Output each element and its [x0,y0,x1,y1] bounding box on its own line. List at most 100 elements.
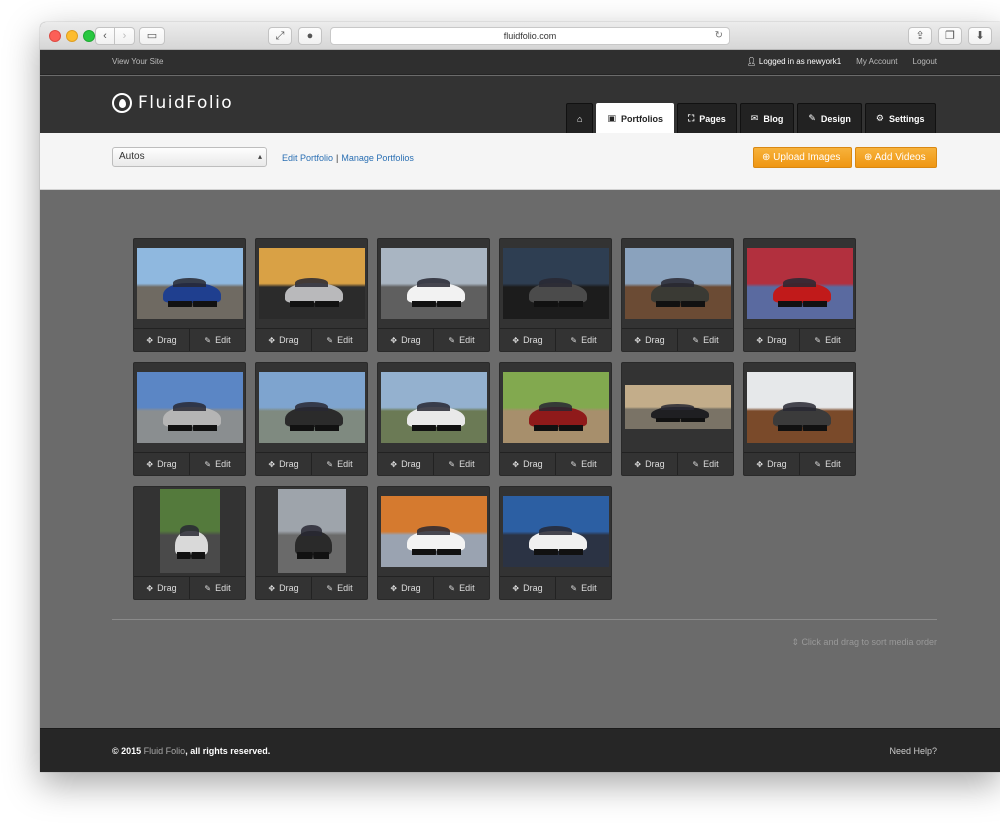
minimize-window-button[interactable] [66,30,78,42]
edit-button[interactable]: ✎ Edit [189,453,245,475]
car-photo[interactable] [746,247,853,319]
edit-portfolio-link[interactable]: Edit Portfolio [282,153,333,163]
upload-images-button[interactable]: ⊕ Upload Images [753,147,852,168]
media-card[interactable]: ✥ Drag ✎ Edit [133,238,246,352]
drag-button[interactable]: ✥ Drag [744,329,799,351]
tab-portfolios[interactable]: ▣ Portfolios [596,103,674,133]
drag-button[interactable]: ✥ Drag [134,577,189,599]
media-card[interactable]: ✥ Drag ✎ Edit [621,362,734,476]
edit-button[interactable]: ✎ Edit [677,453,733,475]
card-actions: ✥ Drag ✎ Edit [378,328,489,351]
drag-label: Drag [767,335,787,345]
car-photo[interactable] [624,247,731,319]
footer-brand-link[interactable]: Fluid Folio [144,746,186,756]
edit-button[interactable]: ✎ Edit [677,329,733,351]
drag-button[interactable]: ✥ Drag [378,453,433,475]
tab-pages[interactable]: ⛶ Pages [676,103,737,133]
drag-button[interactable]: ✥ Drag [378,577,433,599]
car-photo[interactable] [380,371,487,443]
extension-icon: ● [306,30,314,42]
logo[interactable]: FluidFolio [112,93,233,113]
tab-home[interactable]: ⌂ [566,103,594,133]
extension-button[interactable]: ● [298,27,322,45]
my-account-link[interactable]: My Account [856,57,897,66]
edit-button[interactable]: ✎ Edit [555,453,611,475]
tab-design[interactable]: ✎ Design [797,103,862,133]
car-photo[interactable] [502,247,609,319]
reload-icon[interactable]: ↻ [715,28,723,44]
close-window-button[interactable] [49,30,61,42]
drag-button[interactable]: ✥ Drag [134,329,189,351]
car-photo[interactable] [624,385,731,429]
car-photo[interactable] [502,371,609,443]
need-help-link[interactable]: Need Help? [889,746,937,756]
drag-button[interactable]: ✥ Drag [500,453,555,475]
sidebar-button[interactable]: ▭ [139,27,165,45]
drag-button[interactable]: ✥ Drag [134,453,189,475]
logout-link[interactable]: Logout [913,57,937,66]
edit-button[interactable]: ✎ Edit [311,329,367,351]
edit-button[interactable]: ✎ Edit [433,577,489,599]
edit-button[interactable]: ✎ Edit [433,329,489,351]
media-card[interactable]: ✥ Drag ✎ Edit [255,486,368,600]
media-card[interactable]: ✥ Drag ✎ Edit [499,238,612,352]
car-photo[interactable] [258,247,365,319]
address-bar[interactable]: fluidfolio.com ↻ [330,27,730,45]
portfolio-select[interactable]: Autos ▴ [112,147,267,167]
edit-button[interactable]: ✎ Edit [555,577,611,599]
drag-button[interactable]: ✥ Drag [500,577,555,599]
media-card[interactable]: ✥ Drag ✎ Edit [499,486,612,600]
car-photo[interactable] [136,371,243,443]
edit-button[interactable]: ✎ Edit [311,577,367,599]
tab-blog[interactable]: ✉ Blog [739,103,795,133]
drag-button[interactable]: ✥ Drag [256,577,311,599]
edit-icon: ✎ [448,583,456,593]
car-photo[interactable] [277,489,346,573]
move-icon: ✥ [634,335,642,345]
back-button[interactable]: ‹ [95,27,115,45]
car-photo[interactable] [258,371,365,443]
edit-button[interactable]: ✎ Edit [555,329,611,351]
forward-button[interactable]: › [115,27,135,45]
add-videos-button[interactable]: ⊕ Add Videos [855,147,937,168]
media-card[interactable]: ✥ Drag ✎ Edit [133,486,246,600]
manage-portfolios-link[interactable]: Manage Portfolios [341,153,414,163]
fullscreen-button[interactable]: ⤢ [268,27,292,45]
drag-button[interactable]: ✥ Drag [622,453,677,475]
car-photo[interactable] [159,489,220,573]
tabs-button[interactable]: ❐ [938,27,962,45]
media-card[interactable]: ✥ Drag ✎ Edit [133,362,246,476]
media-card[interactable]: ✥ Drag ✎ Edit [499,362,612,476]
drag-button[interactable]: ✥ Drag [500,329,555,351]
drag-button[interactable]: ✥ Drag [256,453,311,475]
drag-button[interactable]: ✥ Drag [622,329,677,351]
media-card[interactable]: ✥ Drag ✎ Edit [255,238,368,352]
car-photo[interactable] [380,247,487,319]
edit-button[interactable]: ✎ Edit [433,453,489,475]
car-photo[interactable] [136,247,243,319]
media-card[interactable]: ✥ Drag ✎ Edit [621,238,734,352]
car-photo[interactable] [380,495,487,567]
edit-button[interactable]: ✎ Edit [189,577,245,599]
media-card[interactable]: ✥ Drag ✎ Edit [743,362,856,476]
view-site-link[interactable]: View Your Site [112,57,163,66]
drag-button[interactable]: ✥ Drag [744,453,799,475]
edit-button[interactable]: ✎ Edit [799,329,855,351]
media-card[interactable]: ✥ Drag ✎ Edit [255,362,368,476]
edit-icon: ✎ [814,459,822,469]
tab-settings[interactable]: ⚙ Settings [864,103,936,133]
drag-button[interactable]: ✥ Drag [256,329,311,351]
share-button[interactable]: ⇪ [908,27,932,45]
drag-button[interactable]: ✥ Drag [378,329,433,351]
media-card[interactable]: ✥ Drag ✎ Edit [377,238,490,352]
media-card[interactable]: ✥ Drag ✎ Edit [377,486,490,600]
edit-button[interactable]: ✎ Edit [189,329,245,351]
edit-button[interactable]: ✎ Edit [799,453,855,475]
zoom-window-button[interactable] [83,30,95,42]
media-card[interactable]: ✥ Drag ✎ Edit [743,238,856,352]
media-card[interactable]: ✥ Drag ✎ Edit [377,362,490,476]
edit-button[interactable]: ✎ Edit [311,453,367,475]
car-photo[interactable] [502,495,609,567]
car-photo[interactable] [746,371,853,443]
downloads-button[interactable]: ⬇ [968,27,992,45]
